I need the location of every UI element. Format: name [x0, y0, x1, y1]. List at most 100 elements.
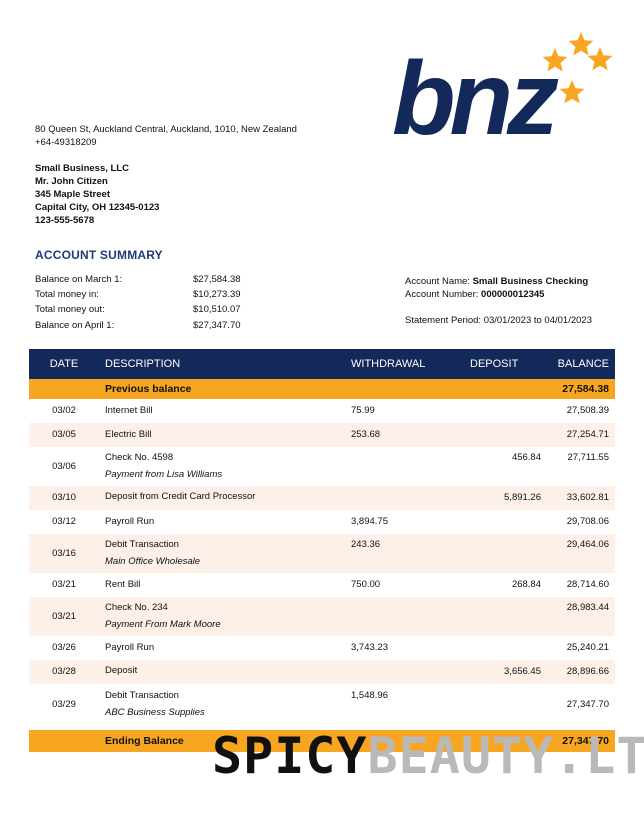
account-number-line: Account Number: 000000012345: [405, 289, 544, 300]
row-description: Check No. 4598: [105, 452, 174, 463]
row-description: Payroll Run: [105, 516, 155, 527]
header-withdrawal: WITHDRAWAL: [351, 358, 426, 370]
summary-label: Total money out:: [35, 304, 105, 315]
header-date: DATE: [49, 358, 79, 370]
row-withdrawal: 253.68: [351, 429, 381, 440]
row-balance: 27,508.39: [566, 405, 609, 416]
row-description: Rent Bill: [105, 579, 141, 590]
summary-label: Balance on April 1:: [35, 320, 115, 331]
table-row: 03/10 Deposit from Credit Card Processor…: [29, 486, 615, 510]
bnz-logo-graphic: bnz: [392, 32, 613, 143]
row-subdescription: Payment From Mark Moore: [105, 619, 221, 630]
row-subdescription: Main Office Wholesale: [105, 556, 201, 567]
watermark-part2: BEAUTY.LT: [367, 727, 644, 785]
row-subdescription: Payment from Lisa Williams: [105, 469, 223, 480]
row-balance: 25,240.21: [566, 642, 609, 653]
row-date: 03/06: [52, 461, 76, 472]
statement-period-line: Statement Period: 03/01/2023 to 04/01/20…: [405, 315, 592, 326]
table-row: 03/29 Debit Transaction ABC Business Sup…: [29, 684, 615, 724]
row-date: 03/16: [52, 548, 76, 559]
table-row: 03/26 Payroll Run 3,743.23 25,240.21: [29, 636, 615, 660]
table-row: 03/28 Deposit 3,656.45 28,896.66: [29, 660, 615, 684]
summary-value: $27,347.70: [193, 320, 241, 331]
summary-label: Balance on March 1:: [35, 274, 123, 285]
row-balance: 27,711.55: [567, 452, 609, 463]
star-icon: [559, 80, 585, 104]
customer-line: Mr. John Citizen: [35, 176, 108, 187]
transactions-table: DATE DESCRIPTION WITHDRAWAL DEPOSIT BALA…: [29, 349, 615, 752]
customer-line: 345 Maple Street: [35, 189, 110, 200]
row-withdrawal: 243.36: [351, 539, 381, 550]
account-name-line: Account Name: Small Business Checking: [405, 276, 588, 287]
table-header: DATE DESCRIPTION WITHDRAWAL DEPOSIT BALA…: [29, 349, 615, 379]
row-description: Debit Transaction: [105, 690, 179, 701]
row-date: 03/21: [52, 579, 76, 590]
row-description: Check No. 234: [105, 602, 168, 613]
previous-balance-label: Previous balance: [105, 383, 192, 395]
row-description: Payroll Run: [105, 642, 155, 653]
table-row: 03/02 Internet Bill 75.99 27,508.39: [29, 399, 615, 423]
row-withdrawal: 1,548.96: [351, 690, 388, 701]
row-balance: 27,347.70: [566, 699, 609, 710]
row-date: 03/28: [52, 666, 76, 677]
bank-phone: +64-49318209: [35, 137, 97, 148]
row-date: 03/12: [52, 516, 76, 527]
table-row: 03/21 Rent Bill 750.00 268.84 28,714.60: [29, 573, 615, 597]
statement-period: 03/01/2023 to 04/01/2023: [483, 315, 592, 326]
row-withdrawal: 3,743.23: [351, 642, 388, 653]
header-balance: BALANCE: [557, 358, 609, 370]
table-row: 03/21 Check No. 234 Payment From Mark Mo…: [29, 597, 615, 636]
row-balance: 28,896.66: [566, 666, 609, 677]
previous-balance-value: 27,584.38: [562, 383, 609, 395]
row-balance: 28,983.44: [566, 602, 609, 613]
customer-line: Capital City, OH 12345-0123: [35, 202, 160, 213]
row-balance: 29,708.06: [566, 516, 609, 527]
table-row: 03/12 Payroll Run 3,894.75 29,708.06: [29, 510, 615, 534]
row-subdescription: ABC Business Supplies: [105, 707, 205, 718]
customer-address-block: Small Business, LLC Mr. John Citizen 345…: [35, 162, 159, 227]
row-date: 03/05: [52, 429, 76, 440]
table-row: 03/16 Debit Transaction Main Office Whol…: [29, 534, 615, 573]
account-name-label: Account Name:: [405, 276, 470, 287]
svg-text:bnz: bnz: [392, 41, 559, 143]
star-icon: [587, 47, 613, 71]
account-summary-title: ACCOUNT SUMMARY: [35, 248, 163, 262]
row-date: 03/21: [52, 611, 76, 622]
watermark-part1: SPICY: [212, 727, 368, 785]
row-balance: 29,464.06: [566, 539, 609, 550]
summary-value: $10,510.07: [193, 304, 241, 315]
table-row: 03/05 Electric Bill 253.68 27,254.71: [29, 423, 615, 447]
bnz-logo: bnz: [390, 28, 620, 143]
row-balance: 28,714.60: [566, 579, 609, 590]
customer-line: 123-555-5678: [35, 215, 95, 226]
row-description: Internet Bill: [105, 405, 153, 416]
row-date: 03/02: [52, 405, 76, 416]
row-withdrawal: 75.99: [351, 405, 375, 416]
row-balance: 33,602.81: [566, 492, 609, 503]
watermark: SPICYBEAUTY.LT: [212, 728, 644, 784]
table-row: 03/06 Check No. 4598 Payment from Lisa W…: [29, 447, 615, 486]
header-description: DESCRIPTION: [105, 358, 181, 370]
row-description: Electric Bill: [105, 429, 152, 440]
star-icon: [568, 32, 594, 56]
bank-address: 80 Queen St, Auckland Central, Auckland,…: [35, 124, 297, 135]
account-number-label: Account Number:: [405, 289, 479, 300]
row-description: Deposit from Credit Card Processor: [105, 491, 256, 502]
row-withdrawal: 750.00: [351, 579, 381, 590]
row-description: Deposit: [105, 665, 138, 676]
row-date: 03/29: [52, 699, 76, 710]
previous-balance-row: Previous balance 27,584.38: [29, 379, 615, 399]
customer-line: Small Business, LLC: [35, 163, 129, 174]
row-date: 03/10: [52, 492, 76, 503]
row-withdrawal: 3,894.75: [351, 516, 388, 527]
header-deposit: DEPOSIT: [470, 358, 519, 370]
account-number: 000000012345: [481, 289, 545, 300]
row-description: Debit Transaction: [105, 539, 179, 550]
statement-period-label: Statement Period:: [405, 315, 482, 326]
summary-value: $27,584.38: [193, 274, 241, 285]
summary-value: $10,273.39: [193, 289, 241, 300]
row-balance: 27,254.71: [566, 429, 609, 440]
ending-balance-label: Ending Balance: [105, 735, 184, 747]
account-name: Small Business Checking: [472, 276, 589, 287]
summary-label: Total money in:: [35, 289, 99, 300]
